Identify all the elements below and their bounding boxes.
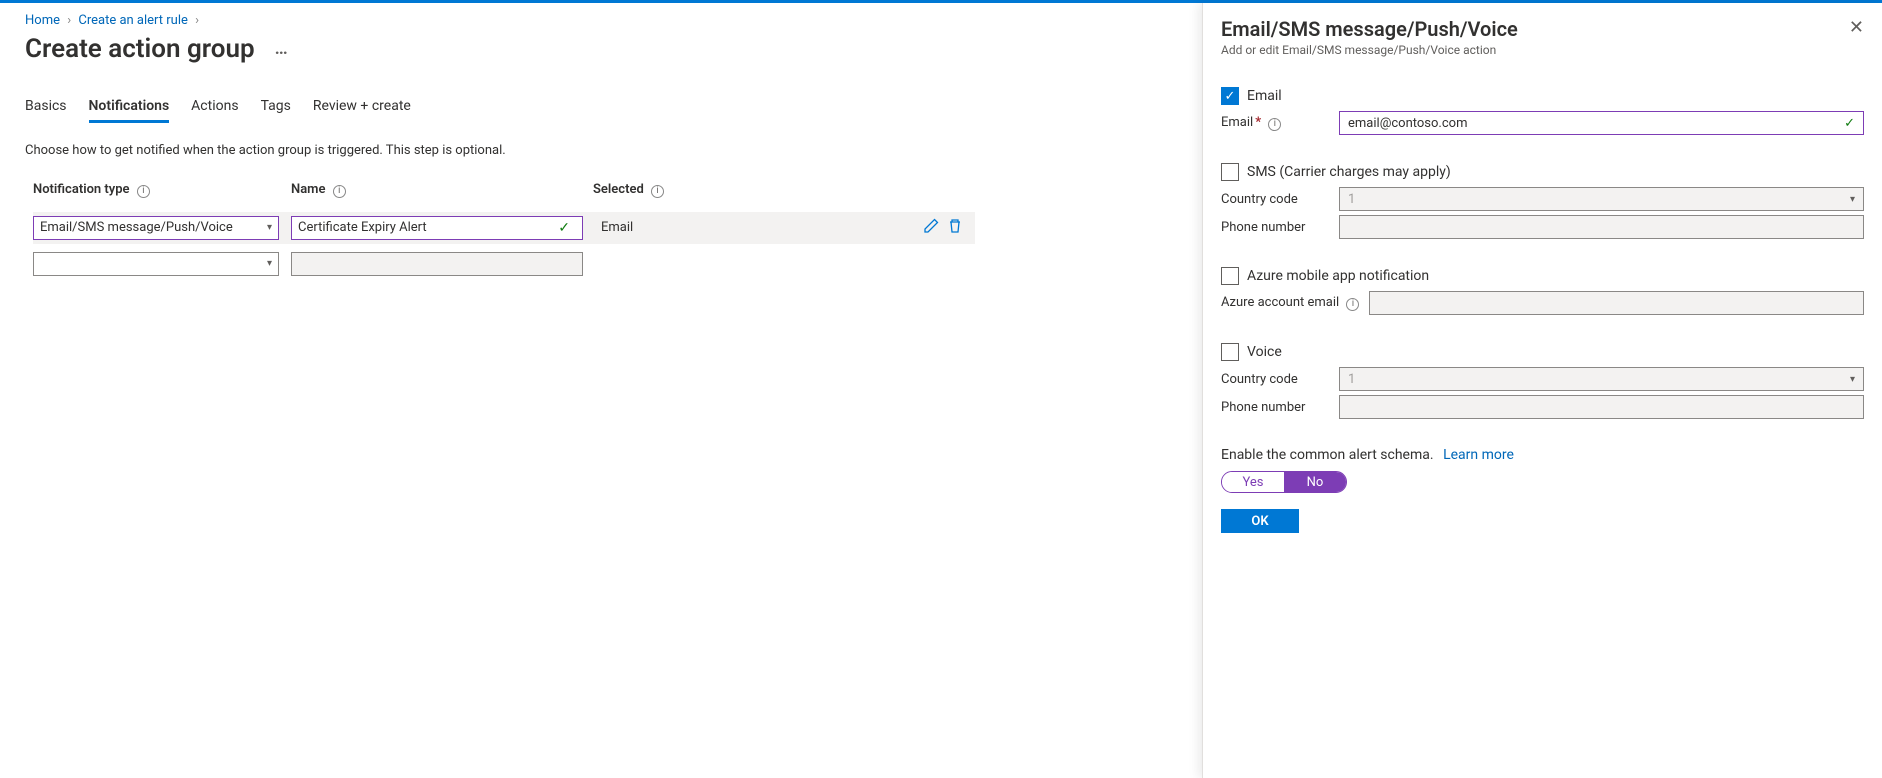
toggle-yes[interactable]: Yes (1222, 472, 1284, 492)
notification-name-input-empty[interactable] (291, 252, 583, 276)
push-section: Azure mobile app notification Azure acco… (1221, 267, 1864, 315)
sms-checkbox[interactable] (1221, 163, 1239, 181)
tab-actions[interactable]: Actions (191, 92, 238, 123)
breadcrumb-home[interactable]: Home (25, 13, 60, 28)
check-icon: ✓ (558, 220, 576, 236)
voice-country-code-label: Country code (1221, 372, 1331, 387)
panel-subtitle: Add or edit Email/SMS message/Push/Voice… (1221, 43, 1518, 57)
breadcrumb: Home › Create an alert rule › (25, 13, 975, 28)
info-icon[interactable]: i (137, 185, 150, 198)
voice-checkbox[interactable] (1221, 343, 1239, 361)
voice-country-code-select[interactable]: 1 ▾ (1339, 367, 1864, 391)
push-email-label: Azure account email i (1221, 295, 1361, 311)
page-title-text: Create action group (25, 34, 255, 64)
sms-checkbox-label: SMS (Carrier charges may apply) (1247, 164, 1451, 180)
trash-icon[interactable] (947, 218, 963, 238)
schema-toggle[interactable]: Yes No (1221, 471, 1347, 493)
sms-section: SMS (Carrier charges may apply) Country … (1221, 163, 1864, 239)
col-header-selected: Selected i (593, 182, 975, 198)
page-title: Create action group … (25, 34, 975, 64)
col-header-type: Notification type i (33, 182, 291, 198)
sms-phone-label: Phone number (1221, 220, 1331, 235)
sms-country-code-select[interactable]: 1 ▾ (1339, 187, 1864, 211)
ok-button[interactable]: OK (1221, 509, 1299, 533)
push-checkbox[interactable] (1221, 267, 1239, 285)
email-checkbox[interactable]: ✓ (1221, 87, 1239, 105)
voice-section: Voice Country code 1 ▾ Phone number (1221, 343, 1864, 419)
tab-tags[interactable]: Tags (261, 92, 291, 123)
voice-phone-label: Phone number (1221, 400, 1331, 415)
notification-type-select-empty[interactable]: ▾ (33, 252, 279, 276)
email-input[interactable]: email@contoso.com ✓ (1339, 111, 1864, 135)
info-icon[interactable]: i (1346, 298, 1359, 311)
table-header-row: Notification type i Name i Selected i (33, 182, 975, 198)
tab-basics[interactable]: Basics (25, 92, 67, 123)
table-row: Email/SMS message/Push/Voice ▾ Certifica… (33, 212, 975, 244)
push-email-input[interactable] (1369, 291, 1864, 315)
col-header-name: Name i (291, 182, 593, 198)
info-icon[interactable]: i (651, 185, 664, 198)
info-icon[interactable]: i (1268, 118, 1281, 131)
check-icon: ✓ (1844, 116, 1855, 131)
chevron-right-icon: › (195, 13, 199, 28)
chevron-down-icon: ▾ (1850, 374, 1855, 385)
notifications-table: Notification type i Name i Selected i Em… (33, 182, 975, 284)
chevron-down-icon: ▾ (1850, 194, 1855, 205)
instruction-text: Choose how to get notified when the acti… (25, 143, 975, 158)
notification-name-input[interactable]: Certificate Expiry Alert ✓ (291, 216, 583, 240)
voice-checkbox-label: Voice (1247, 344, 1282, 360)
toggle-no[interactable]: No (1284, 472, 1346, 492)
learn-more-link[interactable]: Learn more (1443, 447, 1514, 463)
tabs-container: Basics Notifications Actions Tags Review… (25, 92, 975, 123)
info-icon[interactable]: i (333, 185, 346, 198)
panel-title: Email/SMS message/Push/Voice (1221, 17, 1518, 41)
selected-value: Email (593, 220, 633, 235)
close-icon[interactable]: ✕ (1849, 17, 1864, 38)
sms-country-code-label: Country code (1221, 192, 1331, 207)
tab-review-create[interactable]: Review + create (313, 92, 411, 123)
more-actions-button[interactable]: … (269, 38, 294, 60)
voice-phone-input[interactable] (1339, 395, 1864, 419)
email-field-label: Email* i (1221, 115, 1331, 131)
chevron-down-icon: ▾ (267, 258, 272, 269)
chevron-down-icon: ▾ (267, 222, 272, 233)
edit-icon[interactable] (923, 218, 939, 238)
push-checkbox-label: Azure mobile app notification (1247, 268, 1429, 284)
email-checkbox-label: Email (1247, 88, 1282, 104)
main-content: Home › Create an alert rule › Create act… (0, 3, 1000, 294)
tab-notifications[interactable]: Notifications (89, 92, 170, 123)
chevron-right-icon: › (67, 13, 71, 28)
table-row: ▾ (33, 252, 975, 276)
breadcrumb-create-alert[interactable]: Create an alert rule (78, 13, 188, 28)
side-panel: Email/SMS message/Push/Voice Add or edit… (1202, 3, 1882, 778)
sms-phone-input[interactable] (1339, 215, 1864, 239)
email-section: ✓ Email Email* i email@contoso.com ✓ (1221, 87, 1864, 135)
notification-type-select[interactable]: Email/SMS message/Push/Voice ▾ (33, 216, 279, 240)
schema-row: Enable the common alert schema. Learn mo… (1221, 447, 1864, 463)
